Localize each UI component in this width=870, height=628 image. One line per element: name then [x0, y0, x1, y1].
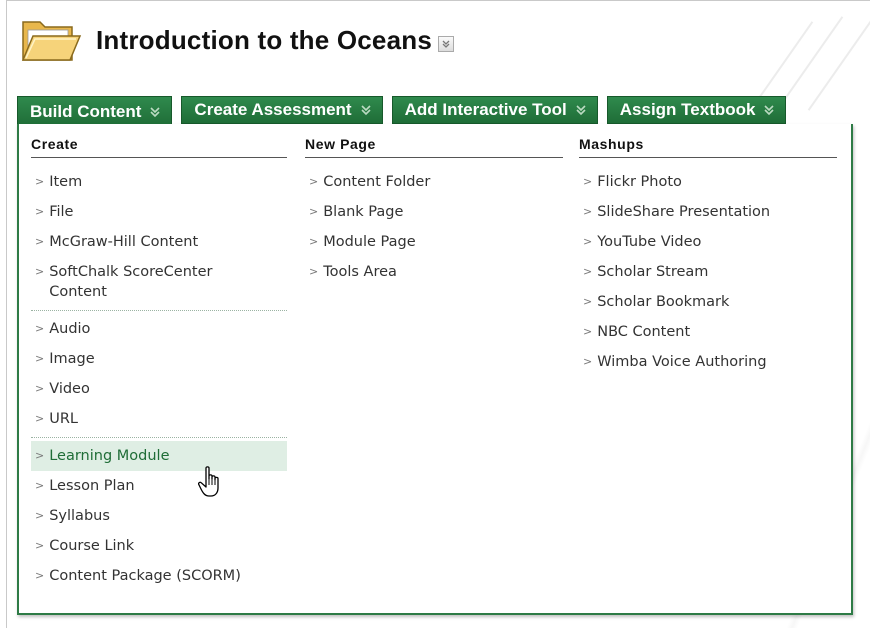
chevron-right-icon: > — [35, 322, 45, 335]
chevron-right-icon: > — [309, 175, 319, 188]
folder-icon — [20, 14, 82, 66]
menu-item-content-package-scorm[interactable]: > Content Package (SCORM) — [31, 561, 287, 591]
menu-item-mcgraw-hill-content[interactable]: > McGraw-Hill Content — [31, 227, 287, 257]
new-page-column: New Page > Content Folder > Blank Page > Mo… — [305, 136, 563, 287]
menu-item-flickr-photo[interactable]: > Flickr Photo — [579, 167, 837, 197]
chevron-right-icon: > — [583, 325, 593, 338]
create-heading: Create — [31, 136, 287, 158]
menu-item-module-page[interactable]: > Module Page — [305, 227, 563, 257]
double-chevron-down-icon — [763, 104, 775, 116]
assign-textbook-button[interactable]: Assign Textbook — [606, 96, 787, 124]
create-column: Create > Item > File > McGraw-Hill Content … — [31, 136, 287, 591]
mashups-column: Mashups > Flickr Photo > SlideShare Presen… — [579, 136, 837, 377]
chevron-right-icon: > — [583, 235, 593, 248]
chevron-right-icon: > — [309, 235, 319, 248]
background-decoration — [807, 11, 870, 111]
menu-item-item[interactable]: > Item — [31, 167, 287, 197]
chevron-right-icon: > — [35, 449, 45, 462]
chevron-right-icon: > — [35, 382, 45, 395]
chevron-right-icon: > — [35, 235, 45, 248]
menu-item-learning-module[interactable]: > Learning Module — [31, 441, 287, 471]
add-interactive-tool-label: Add Interactive Tool — [404, 100, 567, 119]
build-content-button[interactable]: Build Content — [17, 96, 173, 126]
double-chevron-down-icon — [360, 104, 372, 116]
page-header: Introduction to the Oceans — [20, 10, 454, 70]
double-chevron-down-icon — [575, 104, 587, 116]
page-title: Introduction to the Oceans — [96, 24, 432, 55]
double-chevron-down-icon[interactable] — [438, 36, 454, 52]
chevron-right-icon: > — [583, 265, 593, 278]
menu-item-audio[interactable]: > Audio — [31, 314, 287, 344]
mashups-heading: Mashups — [579, 136, 837, 158]
build-content-label: Build Content — [30, 101, 142, 121]
menu-item-course-link[interactable]: > Course Link — [31, 531, 287, 561]
menu-item-url[interactable]: > URL — [31, 404, 287, 434]
chevron-right-icon: > — [35, 479, 45, 492]
chevron-right-icon: > — [35, 509, 45, 522]
build-content-menu: Create > Item > File > McGraw-Hill Content … — [17, 124, 853, 615]
chevron-right-icon: > — [35, 569, 45, 582]
menu-item-tools-area[interactable]: > Tools Area — [305, 257, 563, 287]
menu-item-syllabus[interactable]: > Syllabus — [31, 501, 287, 531]
create-assessment-label: Create Assessment — [194, 100, 352, 119]
chevron-right-icon: > — [35, 175, 45, 188]
chevron-right-icon: > — [583, 205, 593, 218]
menu-item-image[interactable]: > Image — [31, 344, 287, 374]
menu-item-video[interactable]: > Video — [31, 374, 287, 404]
chevron-right-icon: > — [583, 295, 593, 308]
chevron-right-icon: > — [583, 355, 593, 368]
menu-item-nbc-content[interactable]: > NBC Content — [579, 317, 837, 347]
chevron-right-icon: > — [309, 265, 319, 278]
menu-item-wimba-voice-authoring[interactable]: > Wimba Voice Authoring — [579, 347, 837, 377]
menu-item-youtube-video[interactable]: > YouTube Video — [579, 227, 837, 257]
chevron-right-icon: > — [583, 175, 593, 188]
menu-item-slideshare-presentation[interactable]: > SlideShare Presentation — [579, 197, 837, 227]
add-interactive-tool-button[interactable]: Add Interactive Tool — [391, 96, 598, 124]
menu-item-blank-page[interactable]: > Blank Page — [305, 197, 563, 227]
menu-item-softchalk-scorecenter-content[interactable]: > SoftChalk ScoreCenter Content — [31, 257, 287, 307]
action-toolbar: Build Content Create Assessment Add Inte… — [17, 96, 787, 126]
assign-textbook-label: Assign Textbook — [619, 100, 756, 119]
hand-pointer-icon — [197, 466, 228, 502]
menu-separator — [31, 310, 287, 311]
menu-separator — [31, 437, 287, 438]
chevron-right-icon: > — [35, 265, 45, 278]
chevron-right-icon: > — [35, 352, 45, 365]
menu-item-scholar-stream[interactable]: > Scholar Stream — [579, 257, 837, 287]
chevron-right-icon: > — [309, 205, 319, 218]
menu-item-file[interactable]: > File — [31, 197, 287, 227]
create-assessment-button[interactable]: Create Assessment — [181, 96, 383, 124]
menu-item-scholar-bookmark[interactable]: > Scholar Bookmark — [579, 287, 837, 317]
chevron-right-icon: > — [35, 539, 45, 552]
double-chevron-down-icon — [149, 106, 161, 118]
menu-item-lesson-plan[interactable]: > Lesson Plan — [31, 471, 287, 501]
chevron-right-icon: > — [35, 205, 45, 218]
new-page-heading: New Page — [305, 136, 563, 158]
menu-item-content-folder[interactable]: > Content Folder — [305, 167, 563, 197]
chevron-right-icon: > — [35, 412, 45, 425]
